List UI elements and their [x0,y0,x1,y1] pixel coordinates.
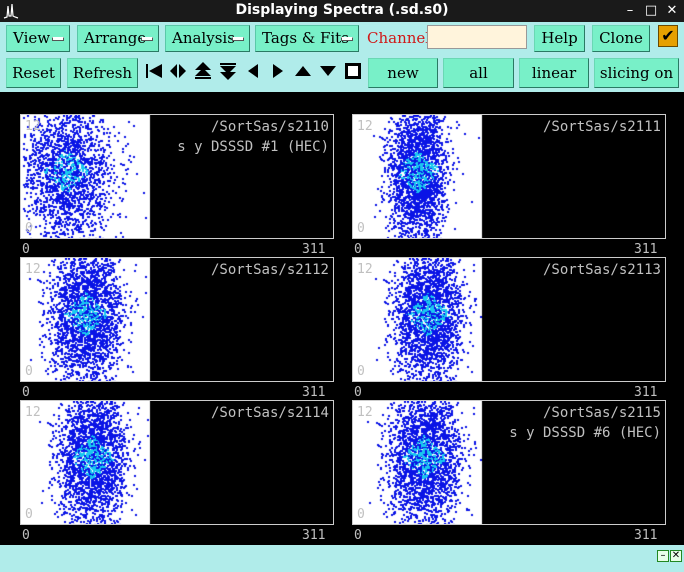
x-min-label: 0 [22,385,30,400]
spectrum-panel[interactable]: 12 0 /SortSas/s2115 s y DSSSD #6 (HEC) [352,400,666,525]
spectrum-name: /SortSas/s2112 [210,262,329,278]
y-max-label: 12 [357,405,373,420]
toolbar: View Arrange Analysis Tags & Fits Channe… [0,22,684,92]
y-max-label: 12 [25,262,41,277]
restore-icon[interactable]: – [657,550,669,562]
x-min-label: 0 [22,528,30,543]
x-min-label: 0 [354,242,362,257]
first-icon[interactable] [144,61,164,81]
x-max-label: 311 [302,528,326,543]
arrange-menu-label: Arrange [84,29,147,47]
close-button[interactable]: ✕ [664,3,680,19]
analysis-menu-label: Analysis [172,29,235,47]
tags-fits-menu[interactable]: Tags & Fits [255,25,359,52]
arrange-menu[interactable]: Arrange [77,25,159,52]
channel-label: Channel: [367,29,436,47]
close-icon[interactable]: ✕ [670,550,682,562]
stop-icon[interactable] [343,61,363,81]
spectrum-name: /SortSas/s2114 [210,405,329,421]
spectrum-panel[interactable]: 12 0 /SortSas/s2112 [20,257,334,382]
spectrum-subtitle: s y DSSSD #6 (HEC) [509,425,661,441]
y-min-label: 0 [25,364,33,379]
reset-button[interactable]: Reset [6,58,61,88]
view-menu-label: View [13,29,51,47]
y-max-label: 12 [357,262,373,277]
scroll-down-fast-icon[interactable] [218,61,238,81]
all-button[interactable]: all [443,58,514,88]
help-button[interactable]: Help [534,25,585,52]
split-icon[interactable] [168,61,188,81]
menu-indicator-icon [232,37,244,41]
x-min-label: 0 [354,385,362,400]
y-max-label: 12 [25,119,41,134]
x-max-label: 311 [302,242,326,257]
menu-indicator-icon [341,37,353,41]
previous-icon[interactable] [243,61,263,81]
refresh-button[interactable]: Refresh [67,58,138,88]
x-max-label: 311 [302,385,326,400]
clone-button[interactable]: Clone [592,25,650,52]
status-bar: – ✕ [0,545,684,572]
minimize-button[interactable]: – [622,3,638,19]
channel-input[interactable] [427,25,527,49]
linear-button[interactable]: linear [519,58,589,88]
spectrum-panel[interactable]: 12 0 /SortSas/s2110 s y DSSSD #1 (HEC) [20,114,334,239]
down-icon[interactable] [318,61,338,81]
menu-indicator-icon [141,37,153,41]
y-min-label: 0 [357,507,365,522]
spectrum-name: /SortSas/s2113 [542,262,661,278]
scroll-up-fast-icon[interactable] [193,61,213,81]
spectrum-name: /SortSas/s2110 [210,119,329,135]
spectrum-panel[interactable]: 12 0 /SortSas/s2111 [352,114,666,239]
window-title: Displaying Spectra (.sd.s0) [235,2,449,18]
spectrum-name: /SortSas/s2111 [542,119,661,135]
x-min-label: 0 [22,242,30,257]
new-button[interactable]: new [368,58,438,88]
x-max-label: 311 [634,385,658,400]
slicing-button[interactable]: slicing on [594,58,679,88]
y-min-label: 0 [25,221,33,236]
view-menu[interactable]: View [6,25,70,52]
spectrum-panel[interactable]: 12 0 /SortSas/s2113 [352,257,666,382]
y-max-label: 12 [357,119,373,134]
spectrum-name: /SortSas/s2115 [542,405,661,421]
up-icon[interactable] [293,61,313,81]
x-max-label: 311 [634,528,658,543]
x-max-label: 311 [634,242,658,257]
menu-indicator-icon [52,37,64,41]
x-min-label: 0 [354,528,362,543]
spectrum-subtitle: s y DSSSD #1 (HEC) [177,139,329,155]
title-bar: Displaying Spectra (.sd.s0) – □ ✕ [0,0,684,22]
y-min-label: 0 [25,507,33,522]
y-max-label: 12 [25,405,41,420]
analysis-menu[interactable]: Analysis [165,25,250,52]
tags-fits-menu-label: Tags & Fits [262,29,349,47]
spectra-display: 12 0 /SortSas/s2110 s y DSSSD #1 (HEC) 0… [0,92,684,545]
y-min-label: 0 [357,364,365,379]
y-min-label: 0 [357,221,365,236]
checkbox[interactable]: ✔ [658,25,678,47]
spectrum-panel[interactable]: 12 0 /SortSas/s2114 [20,400,334,525]
next-icon[interactable] [268,61,288,81]
maximize-button[interactable]: □ [643,3,659,19]
